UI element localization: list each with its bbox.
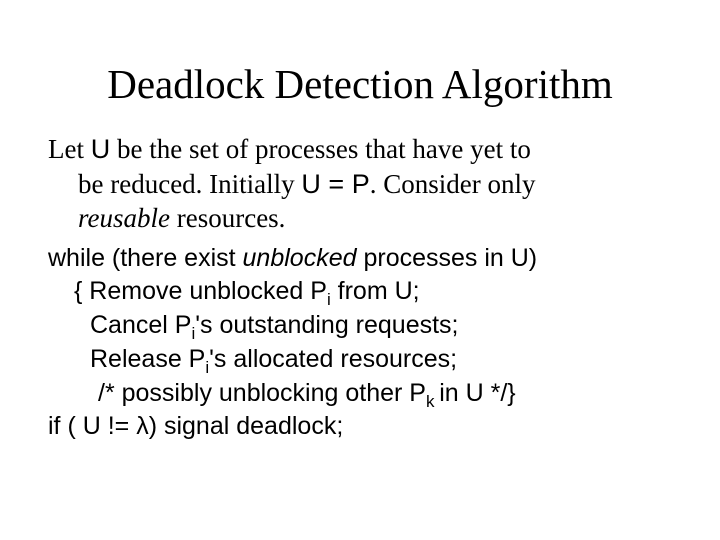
text: 's allocated resources; — [209, 345, 457, 373]
text: { Remove unblocked P — [74, 277, 327, 305]
algo-comment: /* possibly unblocking other Pk in U */} — [48, 377, 672, 411]
text: processes in U) — [357, 244, 538, 272]
intro-line-2: be reduced. Initially U = P. Consider on… — [48, 167, 672, 202]
subscript-k: k — [426, 392, 439, 411]
text: from U; — [331, 277, 420, 305]
intro-line-1: Let U be the set of processes that have … — [48, 132, 672, 167]
text: 's outstanding requests; — [195, 311, 458, 339]
intro-paragraph: Let U be the set of processes that have … — [48, 132, 672, 236]
slide-title: Deadlock Detection Algorithm — [48, 60, 672, 108]
algo-remove: { Remove unblocked Pi from U; — [48, 275, 672, 309]
text: be reduced. Initially — [78, 169, 301, 199]
unblocked-word: unblocked — [243, 244, 357, 272]
algo-release: Release Pi's allocated resources; — [48, 343, 672, 377]
text: be the set of processes that have yet to — [110, 134, 531, 164]
text: Release P — [90, 345, 205, 373]
algorithm-block: while (there exist unblocked processes i… — [48, 242, 672, 445]
text: resources. — [170, 203, 285, 233]
reusable-word: reusable — [78, 203, 170, 233]
slide: Deadlock Detection Algorithm Let U be th… — [0, 0, 720, 540]
intro-line-3: reusable resources. — [48, 201, 672, 236]
symbol-U-eq-P: U = P — [301, 169, 369, 199]
algo-cancel: Cancel Pi's outstanding requests; — [48, 309, 672, 343]
algo-if: if ( U != λ) signal deadlock; — [48, 410, 672, 444]
text: while (there exist — [48, 244, 243, 272]
text: /* possibly unblocking other P — [98, 379, 426, 407]
text: . Consider only — [370, 169, 536, 199]
symbol-U: U — [91, 134, 111, 164]
text: Let — [48, 134, 91, 164]
algo-while: while (there exist unblocked processes i… — [48, 242, 672, 276]
text: Cancel P — [90, 311, 191, 339]
text: in U */} — [439, 379, 515, 407]
